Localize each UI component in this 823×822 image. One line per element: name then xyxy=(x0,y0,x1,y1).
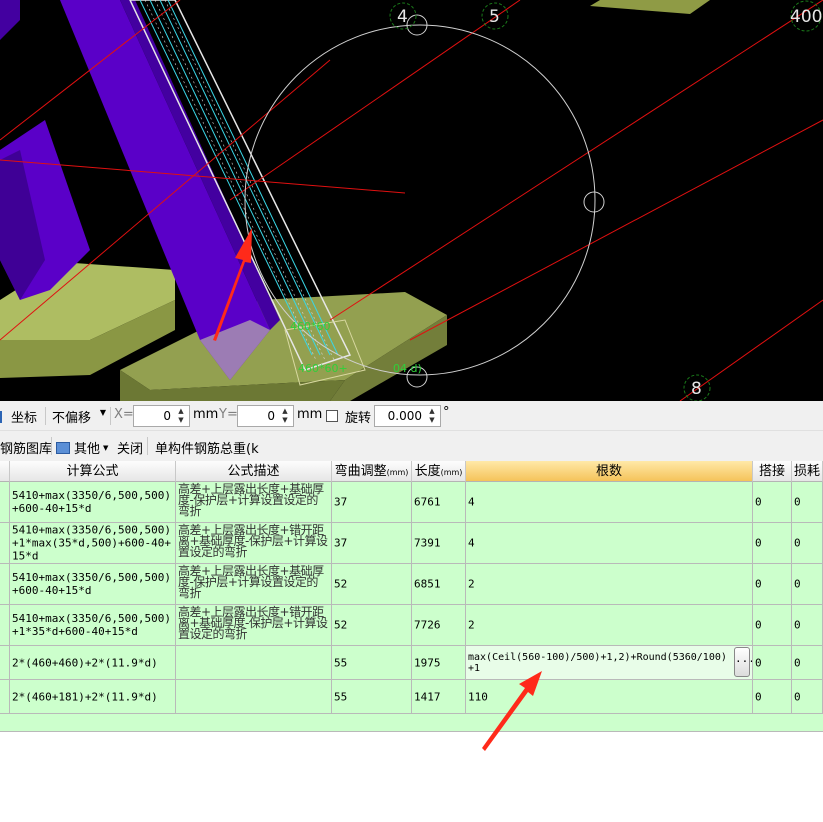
axis-label-400: 400 xyxy=(790,7,822,27)
close-button[interactable]: 关闭 xyxy=(117,438,143,457)
col-description[interactable]: 公式描述 xyxy=(176,461,332,482)
rebar-library-button[interactable]: 钢筋图库 xyxy=(0,438,52,457)
spinner-arrows-icon[interactable]: ▲ ▼ xyxy=(175,407,187,425)
bend-cell[interactable]: 55 xyxy=(332,680,412,714)
formula-cell[interactable]: 5410+max(3350/6,500,500)+1*max(35*d,500)… xyxy=(10,523,176,564)
description-cell[interactable]: 高差+上层露出长度+错开距离+基础厚度-保护层+计算设置设定的弯折 xyxy=(176,523,332,564)
length-cell[interactable]: 7391 xyxy=(412,523,466,564)
bend-cell[interactable]: 52 xyxy=(332,564,412,605)
loss-cell[interactable]: 0 xyxy=(792,605,823,646)
row-selector[interactable] xyxy=(0,523,10,564)
overlay-label-1: 460*60 xyxy=(290,320,331,333)
description-cell[interactable] xyxy=(176,680,332,714)
new-row[interactable] xyxy=(0,714,823,732)
length-cell[interactable]: 6761 xyxy=(412,482,466,523)
count-cell[interactable]: 2 xyxy=(466,605,753,646)
rotate-checkbox[interactable] xyxy=(326,410,338,422)
toolbar-divider xyxy=(110,407,111,425)
col-bend-adjust[interactable]: 弯曲调整(mm) xyxy=(332,461,412,482)
coordinate-icon xyxy=(0,410,9,423)
rebar-table: 计算公式 公式描述 弯曲调整(mm) 长度(mm) 根数 搭接 损耗 5410+… xyxy=(0,461,823,822)
length-cell[interactable]: 7726 xyxy=(412,605,466,646)
coordinate-button[interactable]: 坐标 xyxy=(0,407,37,426)
formula-cell[interactable]: 2*(460+460)+2*(11.9*d) xyxy=(10,646,176,680)
rotate-input[interactable]: 0.000 ▲ ▼ xyxy=(374,405,441,427)
other-menu-button[interactable]: 其他 ▼ xyxy=(56,438,108,457)
col-count[interactable]: 根数 xyxy=(466,461,753,482)
formula-cell[interactable]: 5410+max(3350/6,500,500)+600-40+15*d xyxy=(10,564,176,605)
count-cell[interactable]: 4 xyxy=(466,482,753,523)
lap-cell[interactable]: 0 xyxy=(753,646,792,680)
description-cell[interactable]: 高差+上层露出长度+基础厚度-保护层+计算设置设定的弯折 xyxy=(176,482,332,523)
toolbar-divider xyxy=(45,407,46,425)
row-selector[interactable] xyxy=(0,605,10,646)
formula-cell[interactable]: 5410+max(3350/6,500,500)+1*35*d+600-40+1… xyxy=(10,605,176,646)
toolbar-divider xyxy=(147,437,148,455)
loss-cell[interactable]: 0 xyxy=(792,564,823,605)
formula-cell[interactable]: 5410+max(3350/6,500,500)+600-40+15*d xyxy=(10,482,176,523)
count-cell[interactable]: 4 xyxy=(466,523,753,564)
loss-cell[interactable]: 0 xyxy=(792,646,823,680)
offset-mode-select[interactable]: 不偏移 ▼ xyxy=(50,405,108,427)
annotation-arrow-bottom xyxy=(482,671,542,751)
y-label: Y= xyxy=(219,407,238,422)
bend-cell[interactable]: 52 xyxy=(332,605,412,646)
length-cell[interactable]: 1417 xyxy=(412,680,466,714)
chevron-down-icon: ▼ xyxy=(103,443,109,452)
description-cell[interactable] xyxy=(176,646,332,680)
row-header-corner xyxy=(0,461,10,482)
bend-cell[interactable]: 55 xyxy=(332,646,412,680)
length-cell[interactable]: 1975 xyxy=(412,646,466,680)
rotate-label: 旋转 xyxy=(345,411,372,426)
row-selector[interactable] xyxy=(0,482,10,523)
row-selector[interactable] xyxy=(0,646,10,680)
chevron-down-icon: ▼ xyxy=(99,408,106,417)
lap-cell[interactable]: 0 xyxy=(753,605,792,646)
formula-cell[interactable]: 2*(460+181)+2*(11.9*d) xyxy=(10,680,176,714)
bend-cell[interactable]: 37 xyxy=(332,523,412,564)
spinner-arrows-icon[interactable]: ▲ ▼ xyxy=(279,407,291,425)
x-label: X= xyxy=(114,407,134,422)
list-icon xyxy=(56,441,70,454)
lap-cell[interactable]: 0 xyxy=(753,564,792,605)
col-loss[interactable]: 损耗 xyxy=(792,461,823,482)
spinner-arrows-icon[interactable]: ▲ ▼ xyxy=(426,407,438,425)
lap-cell[interactable]: 0 xyxy=(753,680,792,714)
col-formula[interactable]: 计算公式 xyxy=(10,461,176,482)
description-cell[interactable]: 高差+上层露出长度+基础厚度-保护层+计算设置设定的弯折 xyxy=(176,564,332,605)
toolbar-divider xyxy=(51,437,52,455)
coordinate-toolbar: 坐标 不偏移 ▼ X= 0 ▲ ▼ mm Y= 0 ▲ ▼ mm 旋转 0.000 … xyxy=(0,401,823,431)
footing-slab-top-right xyxy=(590,0,710,14)
degree-symbol: ° xyxy=(443,405,450,420)
scene-drawing: 4 5 400 8 460*60 460*60+ 04 d) xyxy=(0,0,823,401)
loss-cell[interactable]: 0 xyxy=(792,523,823,564)
axis-label-8: 8 xyxy=(691,379,702,399)
axis-label-5: 5 xyxy=(489,7,500,27)
loss-cell[interactable]: 0 xyxy=(792,680,823,714)
x-input[interactable]: 0 ▲ ▼ xyxy=(133,405,190,427)
row-selector[interactable] xyxy=(0,680,10,714)
row-selector[interactable] xyxy=(0,564,10,605)
axis-label-4: 4 xyxy=(397,7,408,27)
purple-column-topleft xyxy=(0,0,20,40)
lap-cell[interactable]: 0 xyxy=(753,523,792,564)
3d-viewport[interactable]: 4 5 400 8 460*60 460*60+ 04 d) xyxy=(0,0,823,401)
count-cell[interactable]: 2 xyxy=(466,564,753,605)
formula-edit-button[interactable]: ... xyxy=(734,647,752,677)
length-cell[interactable]: 6851 xyxy=(412,564,466,605)
y-input[interactable]: 0 ▲ ▼ xyxy=(237,405,294,427)
coord-text: 04 d) xyxy=(393,362,422,375)
overlay-label-2: 460*60+ xyxy=(298,362,348,375)
x-unit: mm xyxy=(193,407,219,422)
col-lap[interactable]: 搭接 xyxy=(753,461,792,482)
rebar-toolbar: 钢筋图库 其他 ▼ 关闭 单构件钢筋总重(k xyxy=(0,431,823,461)
lap-cell[interactable]: 0 xyxy=(753,482,792,523)
y-unit: mm xyxy=(297,407,323,422)
col-length[interactable]: 长度(mm) xyxy=(412,461,466,482)
bend-cell[interactable]: 37 xyxy=(332,482,412,523)
description-cell[interactable]: 高差+上层露出长度+错开距离+基础厚度-保护层+计算设置设定的弯折 xyxy=(176,605,332,646)
total-weight-label: 单构件钢筋总重(k xyxy=(155,442,259,457)
loss-cell[interactable]: 0 xyxy=(792,482,823,523)
